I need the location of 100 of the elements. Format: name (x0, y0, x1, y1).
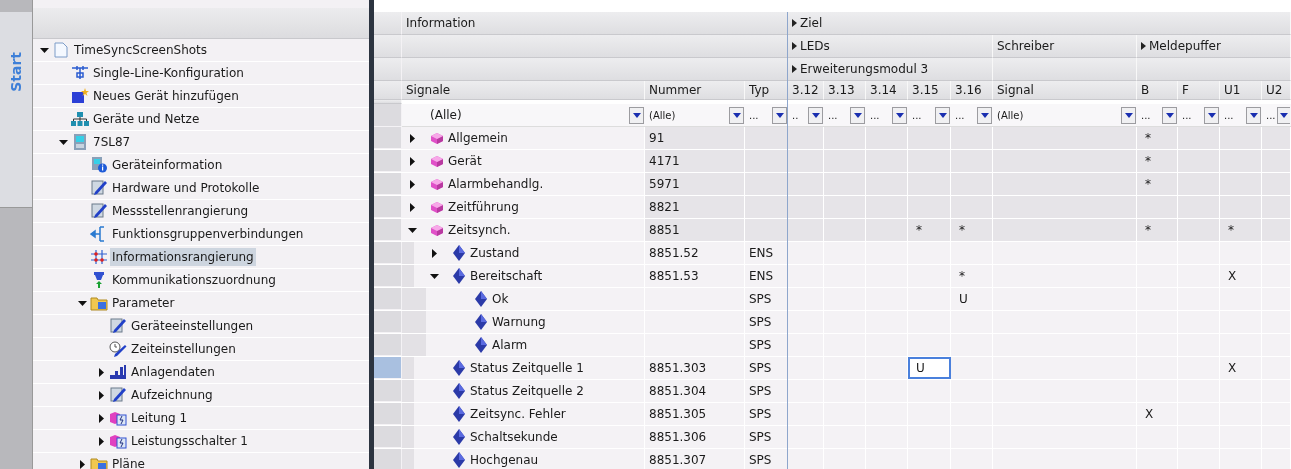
expanded-arrow-icon[interactable] (430, 271, 439, 281)
table-cell[interactable] (1178, 196, 1220, 218)
table-cell[interactable] (866, 334, 908, 356)
filter-dropdown[interactable]: (Alle) (404, 105, 644, 125)
row-header[interactable] (374, 334, 402, 356)
table-cell[interactable] (788, 334, 824, 356)
signal-name[interactable]: Alarmbehandlg. (448, 177, 544, 191)
table-cell[interactable] (993, 150, 1137, 172)
filter-dropdown[interactable]: ... (1180, 105, 1219, 125)
row-header[interactable] (374, 196, 402, 218)
dropdown-button[interactable] (850, 106, 865, 124)
table-cell[interactable] (993, 173, 1137, 195)
table-cell[interactable] (788, 150, 824, 172)
tree-item[interactable]: Zeiteinstellungen (129, 340, 238, 358)
tree-item[interactable]: Informationsrangierung (110, 248, 256, 266)
column-group-header[interactable]: LEDs (788, 35, 993, 58)
signal-name[interactable]: Zeitführung (448, 200, 519, 214)
expanded-arrow-icon[interactable] (59, 137, 68, 147)
collapsed-arrow-icon[interactable] (97, 436, 106, 446)
collapsed-arrow-icon[interactable] (97, 413, 106, 423)
table-cell[interactable] (788, 265, 824, 287)
tree-item[interactable]: Hardware und Protokolle (110, 179, 262, 197)
filter-dropdown[interactable]: ... (1222, 105, 1261, 125)
table-cell[interactable] (993, 127, 1137, 149)
table-cell[interactable] (1178, 150, 1220, 172)
column-group-header[interactable]: Meldepuffer (1137, 35, 1291, 58)
row-header[interactable] (374, 242, 402, 264)
table-cell[interactable] (908, 173, 951, 195)
table-cell[interactable] (1220, 173, 1262, 195)
table-cell[interactable] (866, 150, 908, 172)
table-cell[interactable]: * (951, 219, 993, 241)
table-cell[interactable] (788, 127, 824, 149)
row-header[interactable] (374, 265, 402, 287)
column-header[interactable]: Nummer (645, 81, 745, 100)
dropdown-button[interactable] (1162, 106, 1177, 124)
table-cell[interactable] (866, 357, 908, 379)
tree-item[interactable]: Funktionsgruppenverbindungen (110, 225, 306, 243)
tree-item[interactable]: Leitung 1 (129, 409, 190, 427)
table-cell[interactable] (824, 196, 866, 218)
tree-item[interactable]: Neues Gerät hinzufügen (91, 87, 241, 105)
tree-item[interactable]: Aufzeichnung (129, 386, 215, 404)
table-cell[interactable] (866, 127, 908, 149)
table-cell[interactable] (908, 242, 951, 264)
signal-name[interactable]: Zeitsynch. (448, 223, 511, 237)
table-cell[interactable] (951, 196, 993, 218)
row-header[interactable] (374, 173, 402, 195)
column-header[interactable]: Typ (745, 81, 788, 100)
table-cell[interactable]: X (1137, 403, 1178, 425)
table-cell[interactable]: * (1220, 219, 1262, 241)
row-header[interactable] (374, 426, 402, 448)
table-cell[interactable] (951, 127, 993, 149)
table-cell[interactable] (1262, 150, 1291, 172)
column-header[interactable]: 3.15 (908, 81, 951, 100)
row-header[interactable] (374, 380, 402, 402)
tree-item[interactable]: Geräteinformation (110, 156, 225, 174)
table-cell[interactable] (1220, 242, 1262, 264)
filter-dropdown[interactable]: ... (1139, 105, 1177, 125)
table-cell[interactable] (951, 173, 993, 195)
column-header[interactable]: F (1178, 81, 1220, 100)
dropdown-button[interactable] (1204, 106, 1219, 124)
filter-dropdown[interactable]: ... (953, 105, 992, 125)
dropdown-button[interactable] (1276, 106, 1290, 124)
collapsed-arrow-icon[interactable] (97, 390, 106, 400)
expand-arrow-icon[interactable] (1141, 42, 1146, 50)
dropdown-button[interactable] (892, 106, 907, 124)
signal-name[interactable]: Allgemein (448, 131, 508, 145)
dropdown-button[interactable] (1121, 106, 1136, 124)
collapsed-arrow-icon[interactable] (78, 459, 87, 469)
expanded-arrow-icon[interactable] (408, 225, 417, 235)
table-cell[interactable] (788, 196, 824, 218)
table-cell[interactable] (951, 150, 993, 172)
table-cell[interactable] (788, 288, 824, 310)
table-cell[interactable] (908, 380, 951, 402)
expand-arrow-icon[interactable] (792, 42, 797, 50)
dropdown-button[interactable] (1246, 106, 1261, 124)
table-cell[interactable] (908, 334, 951, 356)
table-cell[interactable] (824, 150, 866, 172)
dropdown-button[interactable] (629, 106, 644, 124)
signal-name[interactable]: Alarm (492, 338, 528, 352)
table-cell[interactable] (1262, 127, 1291, 149)
row-header[interactable] (374, 449, 402, 469)
filter-dropdown[interactable]: ... (826, 105, 865, 125)
table-cell[interactable] (788, 242, 824, 264)
table-cell[interactable]: * (951, 265, 993, 287)
table-cell[interactable] (951, 242, 993, 264)
table-cell[interactable] (1262, 196, 1291, 218)
table-cell[interactable] (788, 426, 824, 448)
table-cell[interactable] (993, 196, 1137, 218)
expand-arrow-icon[interactable] (792, 19, 797, 27)
collapsed-arrow-icon[interactable] (430, 248, 439, 258)
table-cell[interactable] (824, 242, 866, 264)
dropdown-button[interactable] (977, 106, 992, 124)
table-cell[interactable] (1137, 242, 1178, 264)
column-header[interactable]: 3.13 (824, 81, 866, 100)
table-cell[interactable]: U (908, 357, 951, 379)
row-header[interactable] (374, 403, 402, 425)
column-header[interactable]: U1 (1220, 81, 1262, 100)
row-header[interactable] (374, 357, 402, 379)
table-cell[interactable] (951, 357, 993, 379)
signal-name[interactable]: Warnung (492, 315, 546, 329)
